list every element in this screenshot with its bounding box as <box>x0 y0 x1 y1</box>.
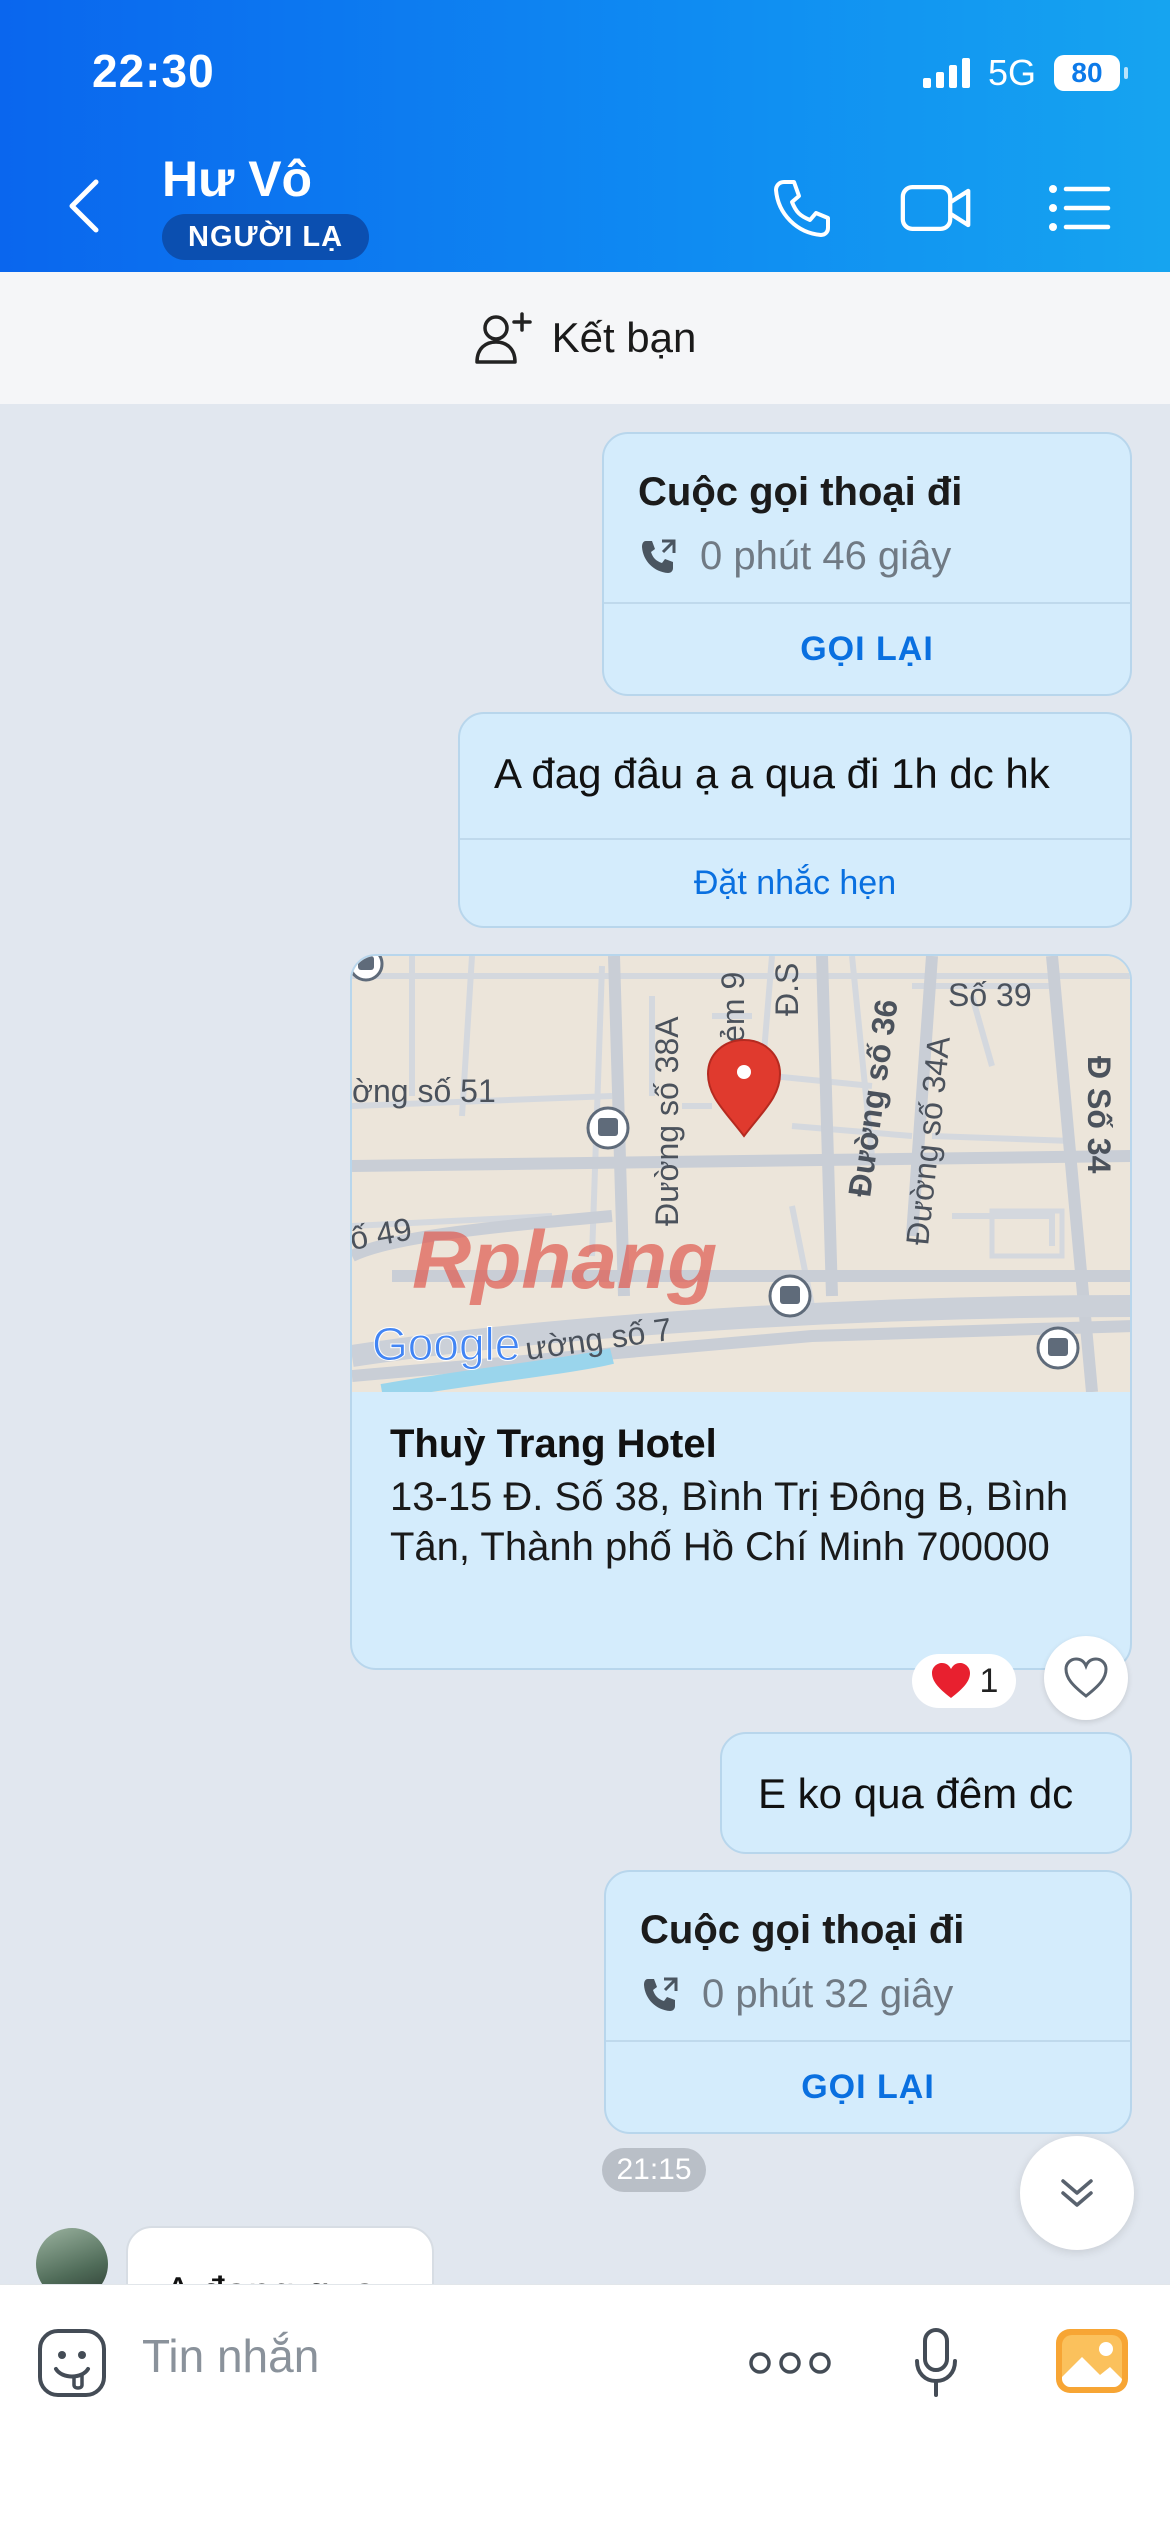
outgoing-call-icon <box>642 539 676 573</box>
map-label: ờng số 51 <box>352 1073 496 1109</box>
network-type: 5G <box>987 52 1036 93</box>
more-dots-icon <box>749 2352 831 2374</box>
bus-stop-icon <box>1036 1326 1080 1370</box>
scroll-to-bottom-button[interactable] <box>1020 2136 1134 2250</box>
place-name: Thuỳ Trang Hotel <box>390 1422 717 1466</box>
signal-icon <box>922 58 970 88</box>
google-logo: Google <box>372 1318 520 1370</box>
divider <box>460 838 1130 840</box>
react-button[interactable] <box>1044 1636 1128 1720</box>
call-duration: 0 phút 32 giây <box>702 1972 954 2016</box>
add-friend-button[interactable]: Kết bạn <box>0 272 1170 404</box>
sticker-button[interactable] <box>34 2325 110 2401</box>
text-message[interactable]: E ko qua đêm dc <box>720 1732 1132 1854</box>
message-input[interactable]: Tin nhắn <box>142 2329 319 2383</box>
text-message[interactable]: A đag đâu ạ a qua đi 1h dc hk Đặt nhắc h… <box>458 712 1132 928</box>
call-duration-row: 0 phút 46 giây <box>638 534 951 579</box>
voice-message-button[interactable] <box>906 2325 966 2401</box>
call-message[interactable]: Cuộc gọi thoại đi 0 phút 32 giây GỌI LẠI <box>604 1870 1132 2134</box>
call-duration-row: 0 phút 32 giây <box>640 1972 953 2017</box>
bus-stop-icon <box>768 1274 812 1318</box>
photo-button[interactable] <box>1054 2325 1130 2397</box>
map-label: Đường số 38A <box>649 1016 685 1226</box>
message-timestamp: 21:15 <box>602 2148 706 2192</box>
back-button[interactable] <box>62 176 112 236</box>
microphone-icon <box>915 2328 957 2397</box>
voice-call-button[interactable] <box>766 176 838 240</box>
divider <box>604 602 1130 604</box>
place-address: 13-15 Đ. Số 38, Bình Trị Đông B, Bình Tâ… <box>390 1475 1069 1569</box>
map-image: ờng số 51 ố 49 Đường số 38A Hẻm 9 Đ.S Đư… <box>352 956 1130 1392</box>
map-label: Số 39 <box>948 977 1032 1013</box>
status-indicators: 5G 80 <box>922 52 1128 94</box>
call-title: Cuộc gọi thoại đi <box>640 1908 965 1952</box>
red-heart-icon <box>931 1663 970 1698</box>
add-friend-label: Kết bạn <box>551 314 697 361</box>
map-preview[interactable]: ờng số 51 ố 49 Đường số 38A Hẻm 9 Đ.S Đư… <box>352 956 1130 1392</box>
set-reminder-button[interactable]: Đặt nhắc hẹn <box>460 864 1130 903</box>
bus-stop-icon <box>586 1106 630 1150</box>
image-gallery-icon <box>1056 2329 1128 2393</box>
reaction-badge[interactable]: 1 <box>912 1654 1016 1708</box>
divider <box>606 2040 1130 2042</box>
chat-header: 22:30 5G 80 Hư Vô NGƯỜI LẠ <box>0 0 1170 272</box>
add-friend-icon <box>474 312 532 364</box>
chevron-left-icon <box>69 179 99 233</box>
video-call-button[interactable] <box>900 176 972 240</box>
stranger-badge: NGƯỜI LẠ <box>162 214 370 260</box>
menu-button[interactable] <box>1044 176 1116 240</box>
more-options-button[interactable] <box>748 2343 832 2383</box>
watermark-logo: Rphang <box>412 1215 717 1306</box>
contact-name[interactable]: Hư Vô <box>162 150 312 208</box>
reaction-count: 1 <box>979 1661 999 1700</box>
message-text: E ko qua đêm dc <box>758 1770 1074 1817</box>
map-label: Đ.S <box>769 963 805 1016</box>
video-camera-icon <box>900 185 971 231</box>
phone-icon <box>774 180 830 237</box>
double-chevron-down-icon <box>1061 2179 1093 2207</box>
location-message[interactable]: ờng số 51 ố 49 Đường số 38A Hẻm 9 Đ.S Đư… <box>350 954 1132 1670</box>
call-message[interactable]: Cuộc gọi thoại đi 0 phút 46 giây GỌI LẠI <box>602 432 1132 696</box>
call-title: Cuộc gọi thoại đi <box>638 470 963 514</box>
battery-level: 80 <box>1071 57 1103 88</box>
message-composer: Tin nhắn <box>0 2284 1170 2532</box>
call-duration: 0 phút 46 giây <box>700 534 952 578</box>
message-text: A đag đâu ạ a qua đi 1h dc hk <box>494 750 1050 797</box>
status-time: 22:30 <box>92 45 215 97</box>
call-back-button[interactable]: GỌI LẠI <box>604 630 1130 669</box>
heart-outline-icon <box>1064 1657 1108 1698</box>
battery-icon: 80 <box>1054 55 1128 91</box>
map-label: Đ Số 34 <box>1081 1056 1117 1174</box>
bus-stop-icon <box>352 956 384 982</box>
call-back-button[interactable]: GỌI LẠI <box>606 2068 1130 2107</box>
list-menu-icon <box>1049 185 1111 231</box>
sticker-icon <box>38 2329 106 2397</box>
outgoing-call-icon <box>644 1977 678 2011</box>
